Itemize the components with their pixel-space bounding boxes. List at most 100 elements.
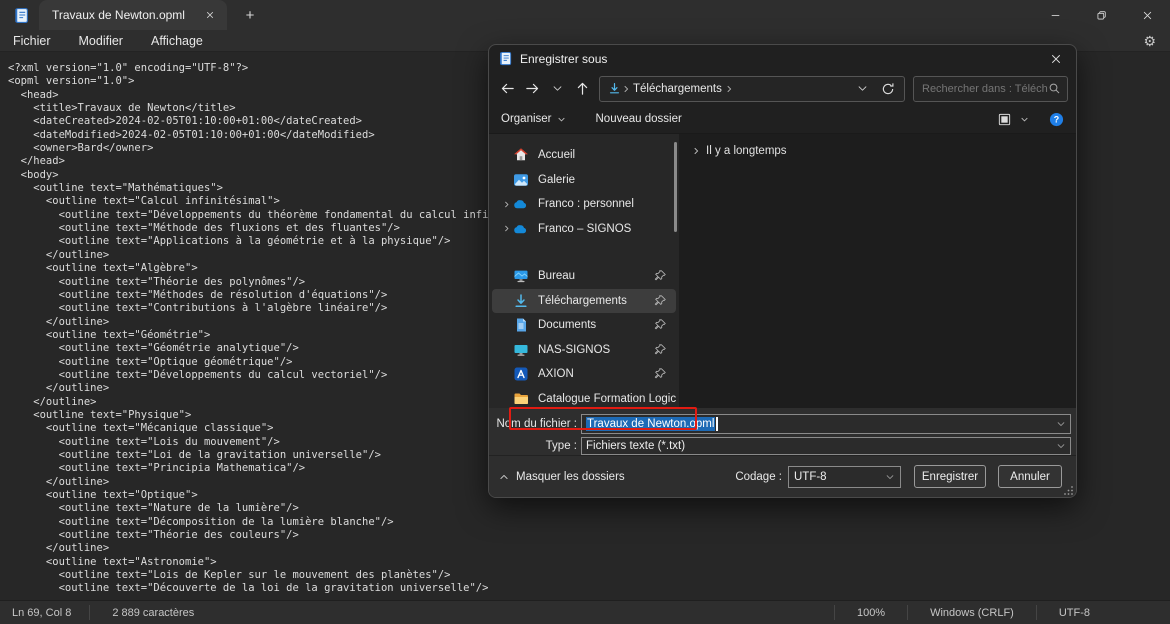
cancel-button[interactable]: Annuler — [998, 465, 1062, 488]
filename-input[interactable]: Travaux de Newton.opml — [581, 414, 1071, 434]
home-icon — [514, 148, 528, 161]
restore-icon — [1097, 10, 1106, 19]
zoom-level: 100% — [856, 606, 886, 619]
close-icon — [1143, 11, 1151, 19]
editor-line: <outline text="Décomposition de la lumiè… — [8, 515, 394, 528]
encoding-label: Codage : — [735, 470, 782, 483]
window-controls — [1032, 0, 1170, 30]
help-icon[interactable]: ? — [1049, 112, 1064, 127]
dialog-body: Accueil Galerie Franco : personnel Franc… — [489, 134, 1076, 408]
downloads-icon — [609, 83, 620, 94]
filename-selected-text: Travaux de Newton.opml — [586, 417, 716, 431]
menu-fichier[interactable]: Fichier — [0, 30, 65, 52]
group-header-longtemps[interactable]: Il y a longtemps — [691, 145, 1076, 157]
sidebar-item-nas-signos[interactable]: NAS-SIGNOS — [492, 338, 676, 363]
sidebar-item-bureau[interactable]: Bureau — [492, 264, 676, 289]
onedrive-cloud-icon — [514, 224, 527, 233]
sidebar-scrollbar[interactable] — [674, 142, 677, 232]
organize-label: Organiser — [501, 113, 552, 125]
sidebar-item-galerie[interactable]: Galerie — [492, 168, 676, 193]
organize-button[interactable]: Organiser — [501, 113, 566, 125]
pin-icon[interactable] — [654, 318, 667, 331]
pin-icon[interactable] — [654, 269, 667, 282]
status-bar: Ln 69, Col 8 2 889 caractères 100% Windo… — [0, 600, 1170, 624]
save-button[interactable]: Enregistrer — [914, 465, 986, 488]
restore-button[interactable] — [1078, 0, 1124, 30]
new-folder-label: Nouveau dossier — [595, 113, 682, 125]
chevron-right-icon — [624, 85, 629, 92]
gallery-icon — [514, 173, 528, 186]
filetype-select[interactable]: Fichiers texte (*.txt) — [581, 437, 1071, 455]
minimize-button[interactable] — [1032, 0, 1078, 30]
encoding-dropdown-button[interactable] — [885, 472, 895, 482]
pin-icon[interactable] — [654, 294, 667, 307]
menu-affichage[interactable]: Affichage — [137, 30, 217, 52]
editor-line: <outline text="Découverte de la loi de l… — [8, 582, 489, 595]
cursor-position: Ln 69, Col 8 — [12, 606, 72, 619]
dialog-title: Enregistrer sous — [520, 51, 608, 66]
encoding-select[interactable]: UTF-8 — [788, 465, 901, 488]
filetype-value: Fichiers texte (*.txt) — [586, 440, 686, 452]
dialog-close-button[interactable] — [1036, 45, 1076, 72]
settings-gear-icon[interactable]: ⚙ — [1143, 34, 1156, 48]
file-list-pane[interactable]: Il y a longtemps — [679, 134, 1076, 408]
address-bar[interactable]: Téléchargements — [599, 75, 905, 102]
chevron-down-icon — [886, 474, 894, 479]
folder-icon — [514, 393, 528, 404]
chevron-right-icon — [694, 147, 699, 155]
axion-drive-icon — [514, 367, 528, 381]
filetype-dropdown-button[interactable] — [1056, 441, 1066, 451]
address-dropdown-button[interactable] — [850, 76, 875, 101]
hide-folders-button[interactable]: Masquer les dossiers — [499, 471, 625, 483]
resize-grip[interactable] — [1064, 485, 1074, 495]
line-endings: Windows (CRLF) — [930, 606, 1014, 619]
encoding-value: UTF-8 — [794, 470, 827, 483]
editor-line: <outline text="Lois de Kepler sur le mou… — [8, 569, 451, 582]
search-input[interactable] — [922, 82, 1048, 95]
save-as-dialog: Enregistrer sous Téléchargements Recherc… — [488, 44, 1077, 498]
recent-locations-button[interactable] — [545, 76, 570, 101]
dialog-nav-bar: Téléchargements — [489, 72, 1076, 105]
new-folder-button[interactable]: Nouveau dossier — [596, 113, 682, 125]
arrow-left-icon — [501, 83, 514, 94]
dialog-toolbar: Organiser Nouveau dossier ? — [489, 105, 1076, 134]
sidebar-item-telechargements[interactable]: Téléchargements — [492, 288, 676, 313]
menu-modifier[interactable]: Modifier — [65, 30, 137, 52]
chevron-down-icon — [858, 86, 867, 91]
chevron-right-icon[interactable] — [724, 84, 734, 94]
dialog-sidebar: Accueil Galerie Franco : personnel Franc… — [489, 134, 679, 408]
sidebar-item-documents[interactable]: Documents — [492, 313, 676, 338]
back-button[interactable] — [495, 76, 520, 101]
sidebar-item-franco-personnel[interactable]: Franco : personnel — [492, 192, 676, 217]
sidebar-item-franco-signos[interactable]: Franco – SIGNOS — [492, 217, 676, 242]
tab-close-icon[interactable] — [201, 6, 219, 24]
breadcrumb-telechargements[interactable]: Téléchargements — [633, 83, 722, 95]
onedrive-cloud-icon — [514, 200, 527, 209]
refresh-icon — [882, 82, 893, 94]
up-button[interactable] — [570, 76, 595, 101]
filename-dropdown-button[interactable] — [1056, 419, 1066, 429]
notepad-window: Travaux de Newton.opml + Fichier Modifie… — [0, 0, 1170, 624]
refresh-button[interactable] — [875, 76, 900, 101]
dialog-title-bar: Enregistrer sous — [489, 45, 1076, 72]
hide-folders-label: Masquer les dossiers — [516, 470, 625, 483]
network-drive-icon — [514, 344, 528, 356]
search-box[interactable] — [913, 75, 1068, 102]
dialog-footer: Masquer les dossiers Codage : UTF-8 Enre… — [489, 455, 1076, 497]
tab-travaux-de-newton[interactable]: Travaux de Newton.opml — [39, 0, 227, 30]
new-tab-button[interactable]: + — [237, 2, 263, 28]
chevron-down-icon — [1057, 422, 1065, 427]
chevron-down-icon[interactable] — [1020, 115, 1029, 124]
text-caret — [716, 417, 718, 431]
close-button[interactable] — [1124, 0, 1170, 30]
encoding-indicator: UTF-8 — [1058, 606, 1090, 619]
pin-icon[interactable] — [654, 367, 667, 380]
filetype-label: Type : — [545, 440, 577, 452]
forward-button[interactable] — [520, 76, 545, 101]
pin-icon[interactable] — [654, 343, 667, 356]
sidebar-item-axion[interactable]: AXION — [492, 362, 676, 387]
char-count: 2 889 caractères — [112, 606, 195, 619]
sidebar-item-accueil[interactable]: Accueil — [492, 143, 676, 168]
dialog-fields: Nom du fichier : Travaux de Newton.opml … — [489, 407, 1076, 455]
view-options-icon[interactable] — [997, 112, 1012, 127]
